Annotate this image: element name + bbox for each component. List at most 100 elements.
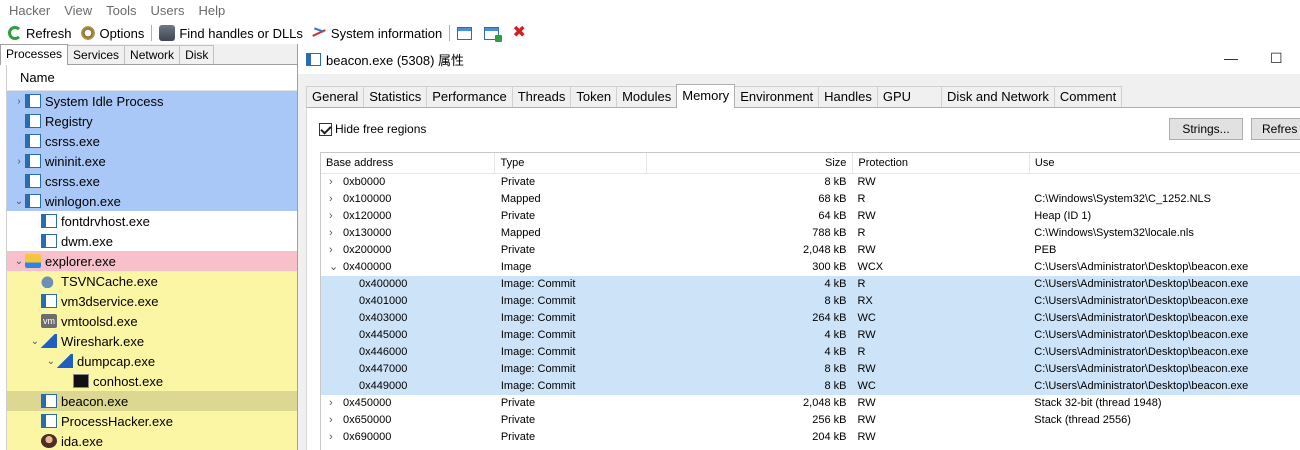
chevron-down-icon[interactable]: ⌄ [45, 356, 57, 367]
tab-modules[interactable]: Modules [616, 86, 678, 107]
options-button[interactable]: Options [76, 23, 149, 43]
menu-hacker[interactable]: Hacker [2, 0, 57, 22]
hide-free-regions-checkbox[interactable]: Hide free regions [319, 122, 426, 136]
menu-view[interactable]: View [57, 0, 99, 22]
chevron-right-icon[interactable]: › [329, 412, 343, 429]
memory-row[interactable]: 0x403000 Image: Commit 264 kB WC C:\Users\Ad… [321, 310, 1300, 327]
refresh-button[interactable]: Refresh [4, 23, 76, 43]
memory-row[interactable]: › 0xb0000 Private 8 kB RW [321, 174, 1300, 191]
chevron-right-icon[interactable]: › [329, 225, 343, 242]
show-window-button[interactable] [453, 23, 480, 43]
tab-performance[interactable]: Performance [426, 86, 513, 107]
process-row[interactable]: ⌄ dumpcap.exe [7, 351, 297, 371]
tab-services[interactable]: Services [67, 45, 126, 64]
size-cell: 300 kB [812, 261, 847, 273]
name-column-header[interactable]: Name [6, 65, 297, 91]
chevron-right-icon[interactable]: › [329, 174, 343, 191]
chevron-right-icon[interactable]: › [13, 156, 25, 167]
process-row[interactable]: conhost.exe [7, 371, 297, 391]
memory-row[interactable]: ⌄ 0x400000 Image 300 kB WCX C:\Users\Administ… [321, 259, 1300, 276]
memory-row[interactable]: 0x446000 Image: Commit 4 kB R C:\Users\Admin… [321, 344, 1300, 361]
ida-icon [41, 434, 57, 448]
tab-statistics[interactable]: Statistics [363, 86, 428, 107]
memory-row[interactable]: 0x401000 Image: Commit 8 kB RX C:\Users\Admi… [321, 293, 1300, 310]
process-name: explorer.exe [45, 253, 116, 269]
process-row[interactable]: beacon.exe [7, 391, 297, 411]
base-address-cell: 0x401000 [321, 293, 496, 310]
memory-row[interactable]: › 0x200000 Private 2,048 kB RW PEB [321, 242, 1300, 259]
chevron-down-icon[interactable]: ⌄ [329, 259, 343, 276]
process-row[interactable]: ⌄ explorer.exe [7, 251, 297, 271]
tab-gpu[interactable]: GPU [876, 86, 943, 107]
process-row[interactable]: Registry [7, 111, 297, 131]
protection-cell: RW [857, 431, 876, 443]
memory-row[interactable]: › 0x120000 Private 64 kB RW Heap (ID 1) [321, 208, 1300, 225]
find-handles-button[interactable]: Find handles or DLLs [155, 23, 307, 43]
tab-threads[interactable]: Threads [511, 86, 572, 107]
process-row[interactable]: TSVNCache.exe [7, 271, 297, 291]
terminate-button[interactable]: ✖ [507, 23, 535, 43]
minimize-button[interactable]: — [1224, 50, 1238, 66]
menu-help[interactable]: Help [191, 0, 232, 22]
process-row[interactable]: vm vmtoolsd.exe [7, 311, 297, 331]
chevron-right-icon[interactable]: › [329, 242, 343, 259]
chevron-right-icon[interactable]: › [13, 96, 25, 107]
column-size[interactable]: Size [647, 153, 854, 173]
process-row[interactable]: › System Idle Process [7, 91, 297, 111]
maximize-button[interactable]: ☐ [1270, 50, 1283, 67]
process-row[interactable]: ProcessHacker.exe [7, 411, 297, 431]
chevron-right-icon[interactable]: › [329, 395, 343, 412]
chevron-right-icon[interactable]: › [329, 208, 343, 225]
tab-comment[interactable]: Comment [1053, 86, 1123, 107]
strings-button[interactable]: Strings... [1169, 118, 1243, 140]
process-row[interactable]: csrss.exe [7, 171, 297, 191]
memory-row[interactable]: › 0x450000 Private 2,048 kB RW Stack 32-bit (… [321, 395, 1300, 412]
chevron-down-icon[interactable]: ⌄ [13, 256, 25, 267]
tab-processes[interactable]: Processes [0, 44, 69, 65]
memory-row[interactable]: › 0x130000 Mapped 788 kB R C:\Windows\System3… [321, 225, 1300, 242]
memory-row[interactable]: › 0x690000 Private 204 kB RW [321, 429, 1300, 446]
menu-users[interactable]: Users [144, 0, 192, 22]
tab-general[interactable]: General [306, 86, 365, 107]
process-row[interactable]: vm3dservice.exe [7, 291, 297, 311]
tab-memory[interactable]: Memory [676, 84, 736, 108]
size-cell: 264 kB [812, 312, 847, 324]
refresh-memory-button[interactable]: Refres [1251, 118, 1300, 140]
memory-row[interactable]: 0x447000 Image: Commit 8 kB RW C:\Users\Admi… [321, 361, 1300, 378]
chevron-right-icon[interactable]: › [329, 429, 343, 446]
tab-disk-and-network[interactable]: Disk and Network [941, 86, 1055, 107]
tab-environment[interactable]: Environment [734, 86, 820, 107]
memory-row[interactable]: 0x449000 Image: Commit 8 kB WC C:\Users\Admi… [321, 378, 1300, 395]
menu-tools[interactable]: Tools [99, 0, 143, 22]
memory-row[interactable]: 0x445000 Image: Commit 4 kB RW C:\Users\Admi… [321, 327, 1300, 344]
process-row[interactable]: ⌄ Wireshark.exe [7, 331, 297, 351]
process-row[interactable]: ida.exe [7, 431, 297, 450]
process-row[interactable]: › wininit.exe [7, 151, 297, 171]
find-window-button[interactable] [480, 23, 507, 43]
base-address-text: 0x400000 [343, 261, 392, 273]
column-base-address[interactable]: Base address [321, 153, 496, 173]
chevron-down-icon[interactable]: ⌄ [13, 196, 25, 207]
app-icon [306, 52, 321, 66]
wireshark-icon [57, 354, 73, 368]
tab-handles[interactable]: Handles [818, 86, 878, 107]
tab-disk[interactable]: Disk [179, 45, 215, 64]
memory-row[interactable]: › 0x650000 Private 256 kB RW Stack (thread 25… [321, 412, 1300, 429]
process-row[interactable]: dwm.exe [7, 231, 297, 251]
tab-token[interactable]: Token [570, 86, 618, 107]
dialog-title: beacon.exe (5308) 属性 [326, 52, 465, 68]
tab-network[interactable]: Network [124, 45, 181, 64]
process-row[interactable]: csrss.exe [7, 131, 297, 151]
type-cell: Mapped [500, 193, 541, 205]
memory-row[interactable]: › 0x100000 Mapped 68 kB R C:\Windows\System32… [321, 191, 1300, 208]
chevron-right-icon[interactable]: › [329, 191, 343, 208]
chevron-down-icon[interactable]: ⌄ [29, 336, 41, 347]
memory-row[interactable]: 0x400000 Image: Commit 4 kB R C:\Users\Admin… [321, 276, 1300, 293]
column-type[interactable]: Type [495, 153, 648, 173]
protection-cell: WC [857, 312, 876, 324]
process-row[interactable]: fontdrvhost.exe [7, 211, 297, 231]
column-use[interactable]: Use [1030, 153, 1300, 173]
system-information-button[interactable]: System information [307, 23, 446, 43]
process-row[interactable]: ⌄ winlogon.exe [7, 191, 297, 211]
column-protection[interactable]: Protection [853, 153, 1030, 173]
